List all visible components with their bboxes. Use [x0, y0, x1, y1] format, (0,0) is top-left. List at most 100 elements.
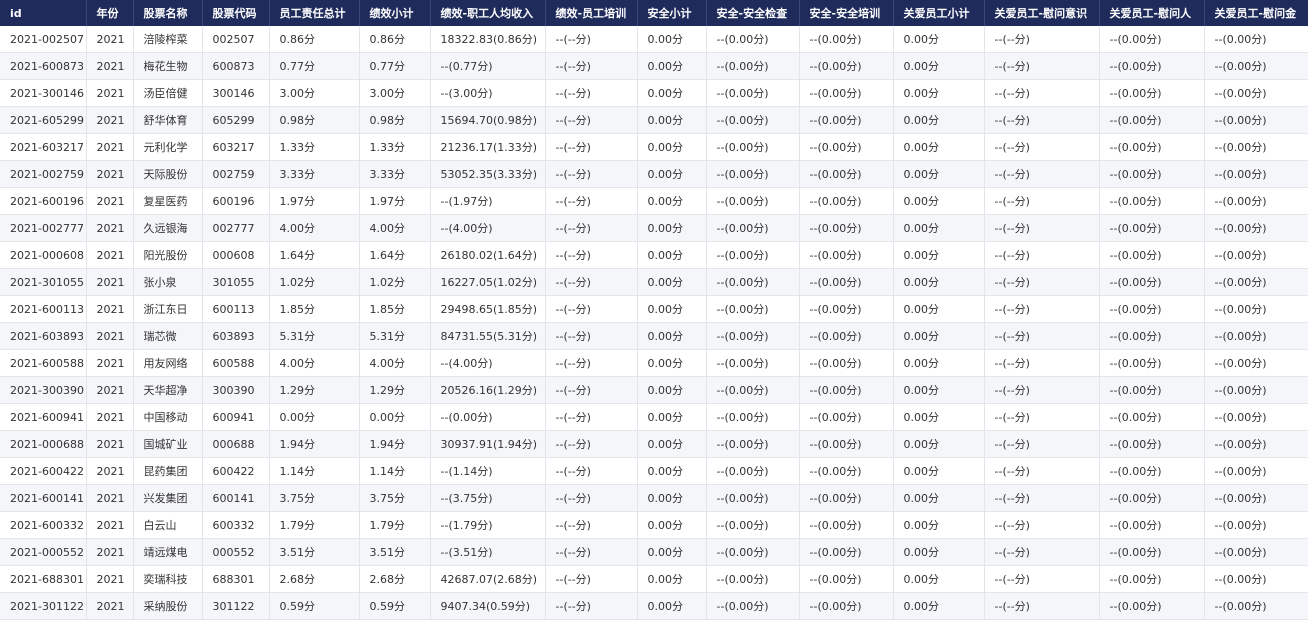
- cell-safety-inspection: --(0.00分): [706, 160, 800, 188]
- column-header-safety-training[interactable]: 安全-安全培训: [799, 0, 894, 26]
- table-row[interactable]: 2021-301122 2021 采纳股份 301122 0.59分 0.59分 9407.…: [0, 592, 1308, 620]
- cell-id: 2021-600113: [0, 295, 87, 323]
- cell-safety-subtotal: 0.00分: [637, 430, 707, 458]
- cell-performance-subtotal: 0.98分: [359, 106, 431, 134]
- column-header-employee-responsibility-total[interactable]: 员工责任总计: [269, 0, 360, 26]
- table-row[interactable]: 2021-600588 2021 用友网络 600588 4.00分 4.00分 --(4.…: [0, 349, 1308, 377]
- cell-safety-training: --(0.00分): [799, 484, 894, 512]
- cell-safety-subtotal: 0.00分: [637, 106, 707, 134]
- cell-performance-avg-income: --(1.97分): [430, 187, 546, 215]
- cell-performance-subtotal: 0.59分: [359, 592, 431, 620]
- cell-id: 2021-600141: [0, 484, 87, 512]
- cell-safety-inspection: --(0.00分): [706, 349, 800, 377]
- table-row[interactable]: 2021-002777 2021 久远银海 002777 4.00分 4.00分 --(4.…: [0, 214, 1308, 242]
- column-header-safety-subtotal[interactable]: 安全小计: [637, 0, 707, 26]
- cell-care-people: --(0.00分): [1099, 160, 1205, 188]
- table-row[interactable]: 2021-600332 2021 白云山 600332 1.79分 1.79分 --(1.7…: [0, 511, 1308, 539]
- table-row[interactable]: 2021-000688 2021 国城矿业 000688 1.94分 1.94分 30937…: [0, 430, 1308, 458]
- cell-performance-avg-income: 16227.05(1.02分): [430, 268, 546, 296]
- column-header-stock-code[interactable]: 股票代码: [202, 0, 270, 26]
- table-row[interactable]: 2021-600196 2021 复星医药 600196 1.97分 1.97分 --(1.…: [0, 187, 1308, 215]
- cell-safety-training: --(0.00分): [799, 322, 894, 350]
- cell-care-subtotal: 0.00分: [893, 538, 985, 566]
- table-row[interactable]: 2021-002759 2021 天际股份 002759 3.33分 3.33分 53052…: [0, 160, 1308, 188]
- cell-employee-responsibility-total: 5.31分: [269, 322, 360, 350]
- cell-safety-subtotal: 0.00分: [637, 268, 707, 296]
- table-row[interactable]: 2021-600422 2021 昆药集团 600422 1.14分 1.14分 --(1.…: [0, 457, 1308, 485]
- column-header-care-money[interactable]: 关爱员工-慰问金: [1204, 0, 1308, 26]
- cell-employee-responsibility-total: 3.33分: [269, 160, 360, 188]
- cell-employee-responsibility-total: 1.14分: [269, 457, 360, 485]
- cell-performance-training: --(--分): [545, 52, 638, 80]
- table-row[interactable]: 2021-600141 2021 兴发集团 600141 3.75分 3.75分 --(3.…: [0, 484, 1308, 512]
- column-header-id[interactable]: id: [0, 0, 87, 26]
- column-header-performance-training[interactable]: 绩效-员工培训: [545, 0, 638, 26]
- cell-performance-avg-income: 84731.55(5.31分): [430, 322, 546, 350]
- cell-safety-subtotal: 0.00分: [637, 187, 707, 215]
- table-row[interactable]: 2021-000608 2021 阳光股份 000608 1.64分 1.64分 26180…: [0, 241, 1308, 269]
- table-row[interactable]: 2021-300146 2021 汤臣倍健 300146 3.00分 3.00分 --(3.…: [0, 79, 1308, 107]
- cell-stock-name: 元利化学: [133, 133, 203, 161]
- cell-care-subtotal: 0.00分: [893, 106, 985, 134]
- cell-care-money: --(0.00分): [1204, 511, 1308, 539]
- column-header-safety-inspection[interactable]: 安全-安全检查: [706, 0, 800, 26]
- cell-employee-responsibility-total: 2.68分: [269, 565, 360, 593]
- cell-stock-name: 靖远煤电: [133, 538, 203, 566]
- cell-stock-name: 采纳股份: [133, 592, 203, 620]
- cell-stock-code: 600196: [202, 187, 270, 215]
- cell-performance-training: --(--分): [545, 511, 638, 539]
- table-row[interactable]: 2021-600113 2021 浙江东日 600113 1.85分 1.85分 29498…: [0, 295, 1308, 323]
- cell-safety-training: --(0.00分): [799, 511, 894, 539]
- table-row[interactable]: 2021-002507 2021 涪陵榨菜 002507 0.86分 0.86分 18322…: [0, 26, 1308, 53]
- cell-stock-code: 600941: [202, 403, 270, 431]
- table-row[interactable]: 2021-688301 2021 奕瑞科技 688301 2.68分 2.68分 42687…: [0, 565, 1308, 593]
- cell-care-people: --(0.00分): [1099, 241, 1205, 269]
- cell-employee-responsibility-total: 1.33分: [269, 133, 360, 161]
- cell-care-subtotal: 0.00分: [893, 79, 985, 107]
- cell-performance-training: --(--分): [545, 322, 638, 350]
- column-header-stock-name[interactable]: 股票名称: [133, 0, 203, 26]
- cell-care-money: --(0.00分): [1204, 322, 1308, 350]
- cell-performance-avg-income: 29498.65(1.85分): [430, 295, 546, 323]
- cell-stock-name: 天际股份: [133, 160, 203, 188]
- cell-performance-training: --(--分): [545, 349, 638, 377]
- column-header-care-awareness[interactable]: 关爱员工-慰问意识: [984, 0, 1100, 26]
- cell-year: 2021: [86, 214, 134, 242]
- cell-care-people: --(0.00分): [1099, 592, 1205, 620]
- cell-safety-inspection: --(0.00分): [706, 133, 800, 161]
- cell-stock-code: 603217: [202, 133, 270, 161]
- table-row[interactable]: 2021-000552 2021 靖远煤电 000552 3.51分 3.51分 --(3.…: [0, 538, 1308, 566]
- cell-care-people: --(0.00分): [1099, 430, 1205, 458]
- table-row[interactable]: 2021-603217 2021 元利化学 603217 1.33分 1.33分 21236…: [0, 133, 1308, 161]
- cell-performance-subtotal: 1.14分: [359, 457, 431, 485]
- cell-performance-avg-income: --(0.77分): [430, 52, 546, 80]
- cell-employee-responsibility-total: 0.98分: [269, 106, 360, 134]
- cell-performance-subtotal: 1.33分: [359, 133, 431, 161]
- cell-safety-subtotal: 0.00分: [637, 565, 707, 593]
- column-header-year[interactable]: 年份: [86, 0, 134, 26]
- column-header-performance-subtotal[interactable]: 绩效小计: [359, 0, 431, 26]
- table-row[interactable]: 2021-605299 2021 舒华体育 605299 0.98分 0.98分 15694…: [0, 106, 1308, 134]
- cell-stock-code: 688301: [202, 565, 270, 593]
- cell-care-money: --(0.00分): [1204, 484, 1308, 512]
- table-row[interactable]: 2021-300390 2021 天华超净 300390 1.29分 1.29分 20526…: [0, 376, 1308, 404]
- cell-id: 2021-301122: [0, 592, 87, 620]
- cell-performance-avg-income: --(1.14分): [430, 457, 546, 485]
- cell-year: 2021: [86, 295, 134, 323]
- cell-stock-code: 000552: [202, 538, 270, 566]
- table-row[interactable]: 2021-301055 2021 张小泉 301055 1.02分 1.02分 16227.…: [0, 268, 1308, 296]
- cell-care-people: --(0.00分): [1099, 538, 1205, 566]
- table-row[interactable]: 2021-603893 2021 瑞芯微 603893 5.31分 5.31分 84731.…: [0, 322, 1308, 350]
- cell-safety-training: --(0.00分): [799, 241, 894, 269]
- column-header-performance-avg-income[interactable]: 绩效-职工人均收入: [430, 0, 546, 26]
- table-row[interactable]: 2021-600873 2021 梅花生物 600873 0.77分 0.77分 --(0.…: [0, 52, 1308, 80]
- cell-care-people: --(0.00分): [1099, 187, 1205, 215]
- table-row[interactable]: 2021-600941 2021 中国移动 600941 0.00分 0.00分 --(0.…: [0, 403, 1308, 431]
- cell-stock-name: 天华超净: [133, 376, 203, 404]
- cell-performance-avg-income: 15694.70(0.98分): [430, 106, 546, 134]
- column-header-care-subtotal[interactable]: 关爱员工小计: [893, 0, 985, 26]
- table-header: id 年份 股票名称 股票代码 员工责任总计 绩效小计 绩效-职工人均收入 绩效-员工培训 安全…: [0, 0, 1308, 26]
- cell-care-awareness: --(--分): [984, 160, 1100, 188]
- column-header-care-people[interactable]: 关爱员工-慰问人: [1099, 0, 1205, 26]
- cell-stock-code: 002777: [202, 214, 270, 242]
